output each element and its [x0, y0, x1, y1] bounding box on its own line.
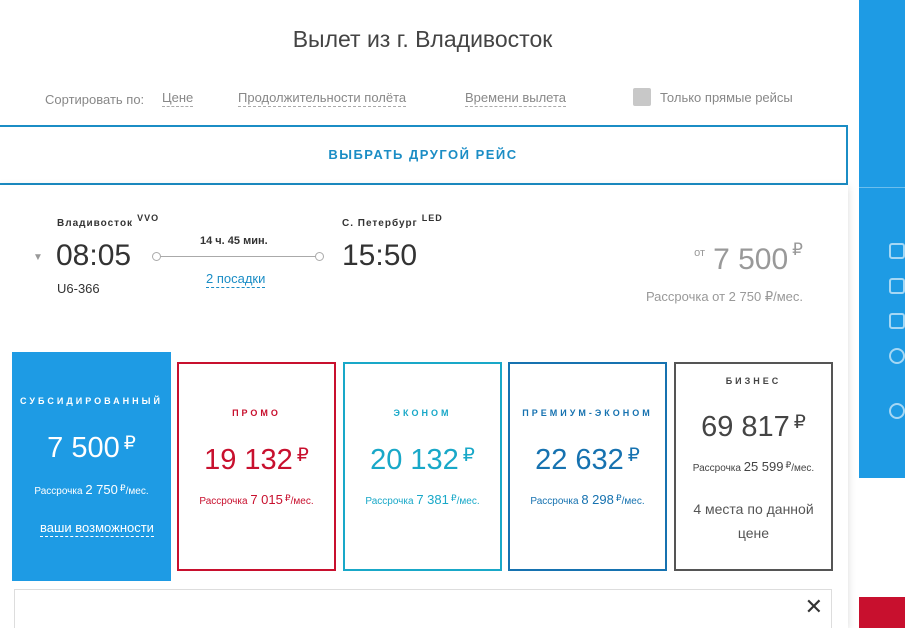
right-sidebar-panel	[859, 0, 905, 478]
destination-city: С. Петербург LED	[342, 213, 443, 229]
fare-installment: Рассрочка 2 750 ₽/мес.	[34, 482, 149, 497]
direct-only-label[interactable]: Только прямые рейсы	[660, 90, 793, 105]
fare-name: ПРОМО	[232, 408, 281, 418]
no-refund-icon	[889, 348, 905, 364]
flight-card: ▼ Владивосток VVO 08:05 U6-366 14 ч. 45 м…	[0, 185, 848, 628]
departure-time: 08:05	[56, 239, 132, 272]
fare-subsidized[interactable]: СУБСИДИРОВАННЫЙ 7 500 ₽ Рассрочка 2 750 ₽/…	[12, 352, 171, 581]
price-prefix: от	[694, 247, 706, 259]
installment-info: Рассрочка от 2 750 ₽/мес.	[645, 289, 803, 304]
fare-installment: Рассрочка 7 015 ₽/мес.	[199, 492, 314, 507]
fare-price: 22 632 ₽	[535, 444, 640, 476]
close-icon[interactable]: ✕	[805, 594, 823, 620]
arrival-time: 15:50	[342, 239, 418, 272]
flight-duration: 14 ч. 45 мин.	[200, 235, 268, 247]
expand-caret-icon[interactable]: ▼	[33, 252, 43, 263]
baggage-icon	[889, 243, 905, 259]
price-from: от 7 500 ₽	[694, 240, 803, 277]
fare-installment: Рассрочка 8 298 ₽/мес.	[530, 492, 645, 507]
origin-dot-icon	[152, 252, 161, 261]
sort-by-duration[interactable]: Продолжительности полёта	[238, 90, 407, 107]
fare-economy[interactable]: ЭКОНОМ 20 132 ₽ Рассрочка 7 381 ₽/мес.	[343, 362, 502, 571]
fare-installment: Рассрочка 7 381 ₽/мес.	[365, 492, 480, 507]
page-title: Вылет из г. Владивосток	[292, 26, 553, 52]
sort-by-price[interactable]: Цене	[162, 90, 194, 107]
fare-name: ПРЕМИУМ-ЭКОНОМ	[522, 408, 653, 418]
destination-code: LED	[421, 213, 443, 223]
origin-city: Владивосток VVO	[57, 213, 160, 229]
fare-price: 20 132 ₽	[370, 444, 475, 476]
origin-code: VVO	[137, 213, 160, 223]
fare-name: БИЗНЕС	[725, 376, 782, 386]
sort-label: Сортировать по:	[45, 92, 145, 107]
your-options-link[interactable]: ваши возможности	[40, 519, 154, 537]
exchange-icon	[889, 403, 905, 419]
meal-icon	[889, 313, 905, 329]
fare-promo[interactable]: ПРОМО 19 132 ₽ Рассрочка 7 015 ₽/мес.	[177, 362, 336, 571]
fare-name: СУБСИДИРОВАННЫЙ	[20, 396, 163, 406]
price-value: 7 500	[713, 243, 789, 276]
fare-premium-economy[interactable]: ПРЕМИУМ-ЭКОНОМ 22 632 ₽ Рассрочка 8 298 ₽/…	[508, 362, 667, 571]
seats-note: 4 места по данной цене	[693, 501, 814, 541]
fare-price: 69 817 ₽	[701, 411, 806, 443]
flight-number: U6-366	[57, 281, 100, 296]
fare-price: 19 132 ₽	[204, 444, 309, 476]
divider	[859, 187, 905, 188]
fare-business[interactable]: БИЗНЕС 69 817 ₽ Рассрочка 25 599 ₽/мес. 4 …	[674, 362, 833, 571]
destination-dot-icon	[315, 252, 324, 261]
sort-by-departure[interactable]: Времени вылета	[465, 90, 567, 107]
right-sidebar-button[interactable]	[859, 597, 905, 628]
ruble-icon: ₽	[792, 240, 803, 259]
fare-installment: Рассрочка 25 599 ₽/мес.	[692, 459, 815, 474]
stops-link[interactable]: 2 посадки	[206, 271, 266, 288]
fare-name: ЭКОНОМ	[393, 408, 452, 418]
choose-other-flight-button[interactable]: ВЫБРАТЬ ДРУГОЙ РЕЙС	[0, 125, 848, 185]
direct-only-checkbox[interactable]	[633, 88, 651, 106]
suitcase-icon	[889, 278, 905, 294]
route-line	[152, 252, 324, 261]
fare-price: 7 500 ₽	[47, 432, 136, 464]
fare-details-panel: ✕	[14, 589, 832, 628]
